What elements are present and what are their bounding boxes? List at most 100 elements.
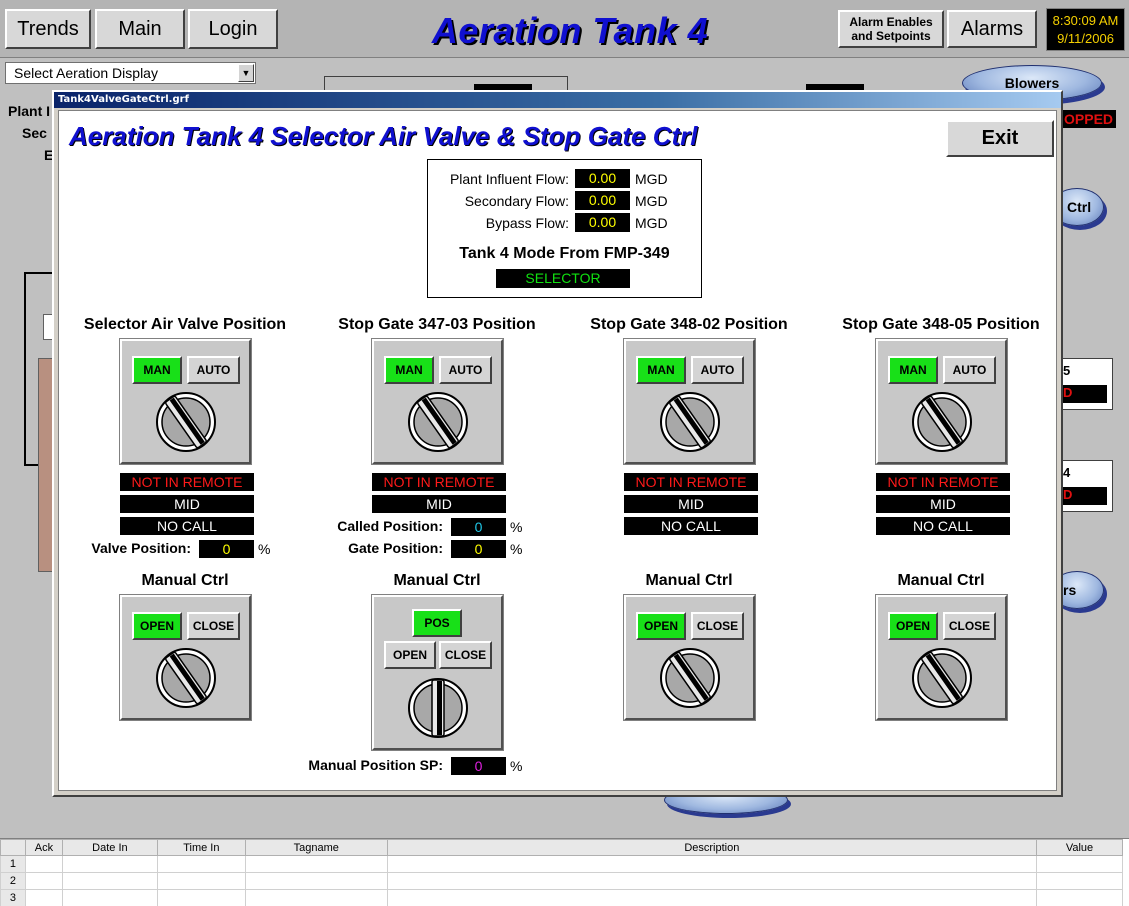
bg-label-plant: Plant I bbox=[8, 103, 51, 119]
column-header-time-in[interactable]: Time In bbox=[156, 839, 246, 856]
row-number: 2 bbox=[0, 872, 26, 890]
open-button[interactable]: OPEN bbox=[888, 612, 938, 640]
popup-title: Aeration Tank 4 Selector Air Valve & Sto… bbox=[69, 121, 698, 151]
column-header-value[interactable]: Value bbox=[1036, 839, 1123, 856]
column-header-ack[interactable]: Ack bbox=[24, 839, 63, 856]
login-button[interactable]: Login bbox=[188, 9, 278, 49]
close-button[interactable]: CLOSE bbox=[943, 612, 996, 640]
bg-panel-4-label: 4 bbox=[1063, 465, 1071, 480]
pipe-line bbox=[24, 272, 26, 466]
bg-label-sec: Sec bbox=[22, 125, 47, 141]
table-cell bbox=[386, 872, 1038, 890]
manual-ctrl-panel: OPEN CLOSE bbox=[875, 594, 1008, 721]
called-position-row: Called Position: bbox=[259, 517, 443, 537]
table-cell bbox=[61, 855, 158, 873]
call-status: NO CALL bbox=[120, 517, 254, 535]
close-button[interactable]: CLOSE bbox=[691, 612, 744, 640]
table-cell bbox=[156, 872, 246, 890]
manual-position-sp-row: Manual Position SP: bbox=[259, 756, 443, 776]
remote-status: NOT IN REMOTE bbox=[876, 473, 1010, 491]
table-row[interactable]: 1 bbox=[0, 855, 1123, 873]
alarm-enables-button[interactable]: Alarm Enables and Setpoints bbox=[838, 10, 944, 48]
open-button[interactable]: OPEN bbox=[636, 612, 686, 640]
close-button[interactable]: CLOSE bbox=[439, 641, 492, 669]
position-status: MID bbox=[624, 495, 758, 513]
manual-position-sp-value[interactable]: 0 bbox=[451, 757, 506, 775]
bg-panel-4: 4 D bbox=[1058, 460, 1113, 512]
popup-titlebar[interactable]: Tank4ValveGateCtrl.grf bbox=[54, 92, 1061, 108]
position-status: MID bbox=[372, 495, 506, 513]
flow-value: 0.00 bbox=[575, 191, 630, 210]
called-position-unit: % bbox=[510, 519, 523, 535]
rotary-selector-icon[interactable] bbox=[659, 647, 721, 709]
table-cell bbox=[24, 889, 63, 906]
rotary-selector-icon[interactable] bbox=[911, 647, 973, 709]
position-status: MID bbox=[876, 495, 1010, 513]
flow-row-secondary: Secondary Flow: 0.00 MGD bbox=[428, 191, 701, 211]
table-cell bbox=[244, 855, 388, 873]
open-button[interactable]: OPEN bbox=[384, 641, 436, 669]
valve-position-value: 0 bbox=[199, 540, 254, 558]
row-number: 3 bbox=[0, 889, 26, 906]
auto-button[interactable]: AUTO bbox=[439, 356, 492, 384]
flow-row-plant-influent: Plant Influent Flow: 0.00 MGD bbox=[428, 169, 701, 189]
column-header-description[interactable]: Description bbox=[386, 839, 1038, 856]
manual-ctrl-title: Manual Ctrl bbox=[141, 572, 229, 589]
rotary-selector-icon[interactable] bbox=[155, 391, 217, 453]
alarm-table: Ack Date In Time In Tagname Description … bbox=[0, 838, 1129, 906]
bg-panel-5: 5 D bbox=[1058, 358, 1113, 410]
man-button[interactable]: MAN bbox=[132, 356, 182, 384]
table-cell bbox=[61, 872, 158, 890]
gate-position-value: 0 bbox=[451, 540, 506, 558]
rotary-selector-icon[interactable] bbox=[659, 391, 721, 453]
clock: 8:30:09 AM 9/11/2006 bbox=[1046, 8, 1125, 51]
table-row[interactable]: 3 bbox=[0, 889, 1123, 906]
alarm-enables-line1: Alarm Enables bbox=[849, 15, 933, 29]
manual-ctrl-panel: OPEN CLOSE bbox=[119, 594, 252, 721]
flow-unit: MGD bbox=[635, 171, 668, 187]
close-button[interactable]: CLOSE bbox=[187, 612, 240, 640]
table-cell bbox=[24, 855, 63, 873]
select-aeration-display[interactable]: Select Aeration Display ▼ bbox=[5, 62, 256, 84]
clock-time: 8:30:09 AM bbox=[1052, 13, 1119, 28]
rotary-selector-icon[interactable] bbox=[155, 647, 217, 709]
column-header-tagname[interactable]: Tagname bbox=[244, 839, 388, 856]
valve-position-row: Valve Position: bbox=[59, 539, 191, 559]
main-button[interactable]: Main bbox=[95, 9, 185, 49]
blowers-label: Blowers bbox=[1004, 75, 1060, 91]
manual-position-sp-unit: % bbox=[510, 758, 523, 774]
table-row[interactable]: 2 bbox=[0, 872, 1123, 890]
table-cell bbox=[156, 889, 246, 906]
man-button[interactable]: MAN bbox=[384, 356, 434, 384]
manual-ctrl-title: Manual Ctrl bbox=[393, 572, 481, 589]
rotary-selector-icon[interactable] bbox=[407, 677, 469, 739]
pos-button[interactable]: POS bbox=[412, 609, 462, 637]
pipe-line bbox=[24, 272, 54, 274]
column-header bbox=[0, 839, 26, 856]
manual-ctrl-panel: OPEN CLOSE bbox=[623, 594, 756, 721]
table-cell bbox=[386, 855, 1038, 873]
bg-panel-5-status: D bbox=[1061, 385, 1107, 403]
clock-date: 9/11/2006 bbox=[1057, 31, 1114, 46]
trends-button[interactable]: Trends bbox=[5, 9, 91, 49]
auto-button[interactable]: AUTO bbox=[187, 356, 240, 384]
manual-ctrl-panel: POS OPEN CLOSE bbox=[371, 594, 504, 751]
man-button[interactable]: MAN bbox=[888, 356, 938, 384]
man-button[interactable]: MAN bbox=[636, 356, 686, 384]
rotary-selector-icon[interactable] bbox=[407, 391, 469, 453]
auto-button[interactable]: AUTO bbox=[943, 356, 996, 384]
chevron-down-icon[interactable]: ▼ bbox=[238, 64, 254, 82]
auto-button[interactable]: AUTO bbox=[691, 356, 744, 384]
rotary-selector-icon[interactable] bbox=[911, 391, 973, 453]
remote-status: NOT IN REMOTE bbox=[624, 473, 758, 491]
top-bar: Trends Main Login Aeration Tank 4 Alarm … bbox=[0, 0, 1129, 58]
exit-button[interactable]: Exit bbox=[946, 120, 1054, 157]
column-header-date-in[interactable]: Date In bbox=[61, 839, 158, 856]
flow-label: Bypass Flow: bbox=[485, 215, 569, 231]
alarms-button[interactable]: Alarms bbox=[947, 10, 1037, 48]
table-cell bbox=[1036, 872, 1123, 890]
flow-unit: MGD bbox=[635, 215, 668, 231]
open-button[interactable]: OPEN bbox=[132, 612, 182, 640]
mode-selector-panel: MAN AUTO bbox=[623, 338, 756, 465]
flow-value: 0.00 bbox=[575, 169, 630, 188]
